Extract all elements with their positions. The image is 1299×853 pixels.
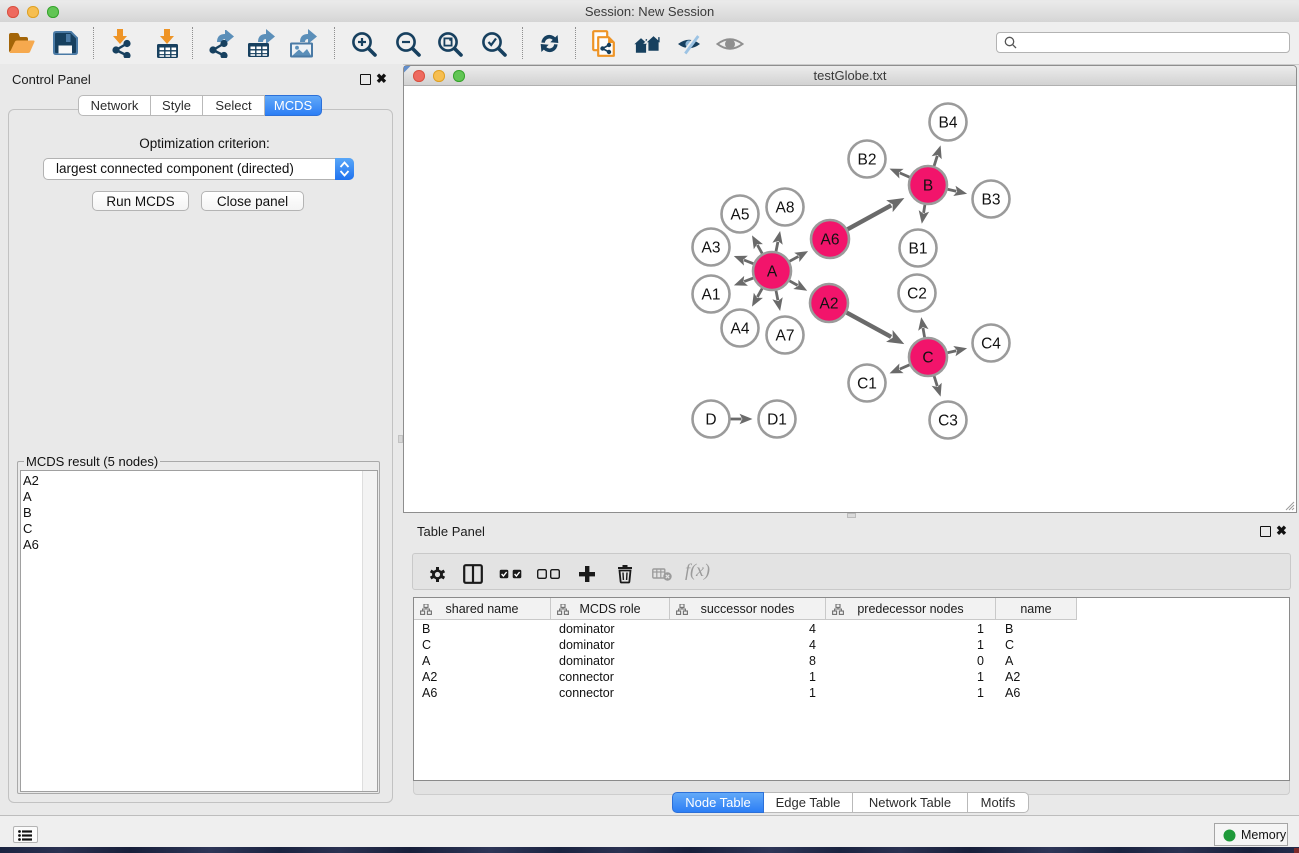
svg-text:A5: A5 bbox=[731, 207, 750, 224]
svg-text:C1: C1 bbox=[857, 376, 877, 393]
svg-text:B: B bbox=[923, 178, 933, 195]
svg-text:D: D bbox=[705, 412, 716, 429]
svg-text:A6: A6 bbox=[821, 232, 840, 249]
svg-text:A1: A1 bbox=[702, 287, 721, 304]
svg-text:B1: B1 bbox=[909, 241, 928, 258]
svg-text:A3: A3 bbox=[702, 240, 721, 257]
svg-text:C2: C2 bbox=[907, 286, 927, 303]
svg-text:B4: B4 bbox=[939, 115, 958, 132]
svg-text:C4: C4 bbox=[981, 336, 1001, 353]
svg-text:C3: C3 bbox=[938, 413, 958, 430]
svg-text:A8: A8 bbox=[776, 200, 795, 217]
svg-text:B2: B2 bbox=[858, 152, 877, 169]
svg-text:C: C bbox=[922, 350, 933, 367]
svg-text:A7: A7 bbox=[776, 328, 795, 345]
svg-text:B3: B3 bbox=[982, 192, 1001, 209]
svg-text:D1: D1 bbox=[767, 412, 787, 429]
svg-text:A: A bbox=[767, 264, 778, 281]
svg-text:A2: A2 bbox=[820, 296, 839, 313]
svg-text:A4: A4 bbox=[731, 321, 750, 338]
